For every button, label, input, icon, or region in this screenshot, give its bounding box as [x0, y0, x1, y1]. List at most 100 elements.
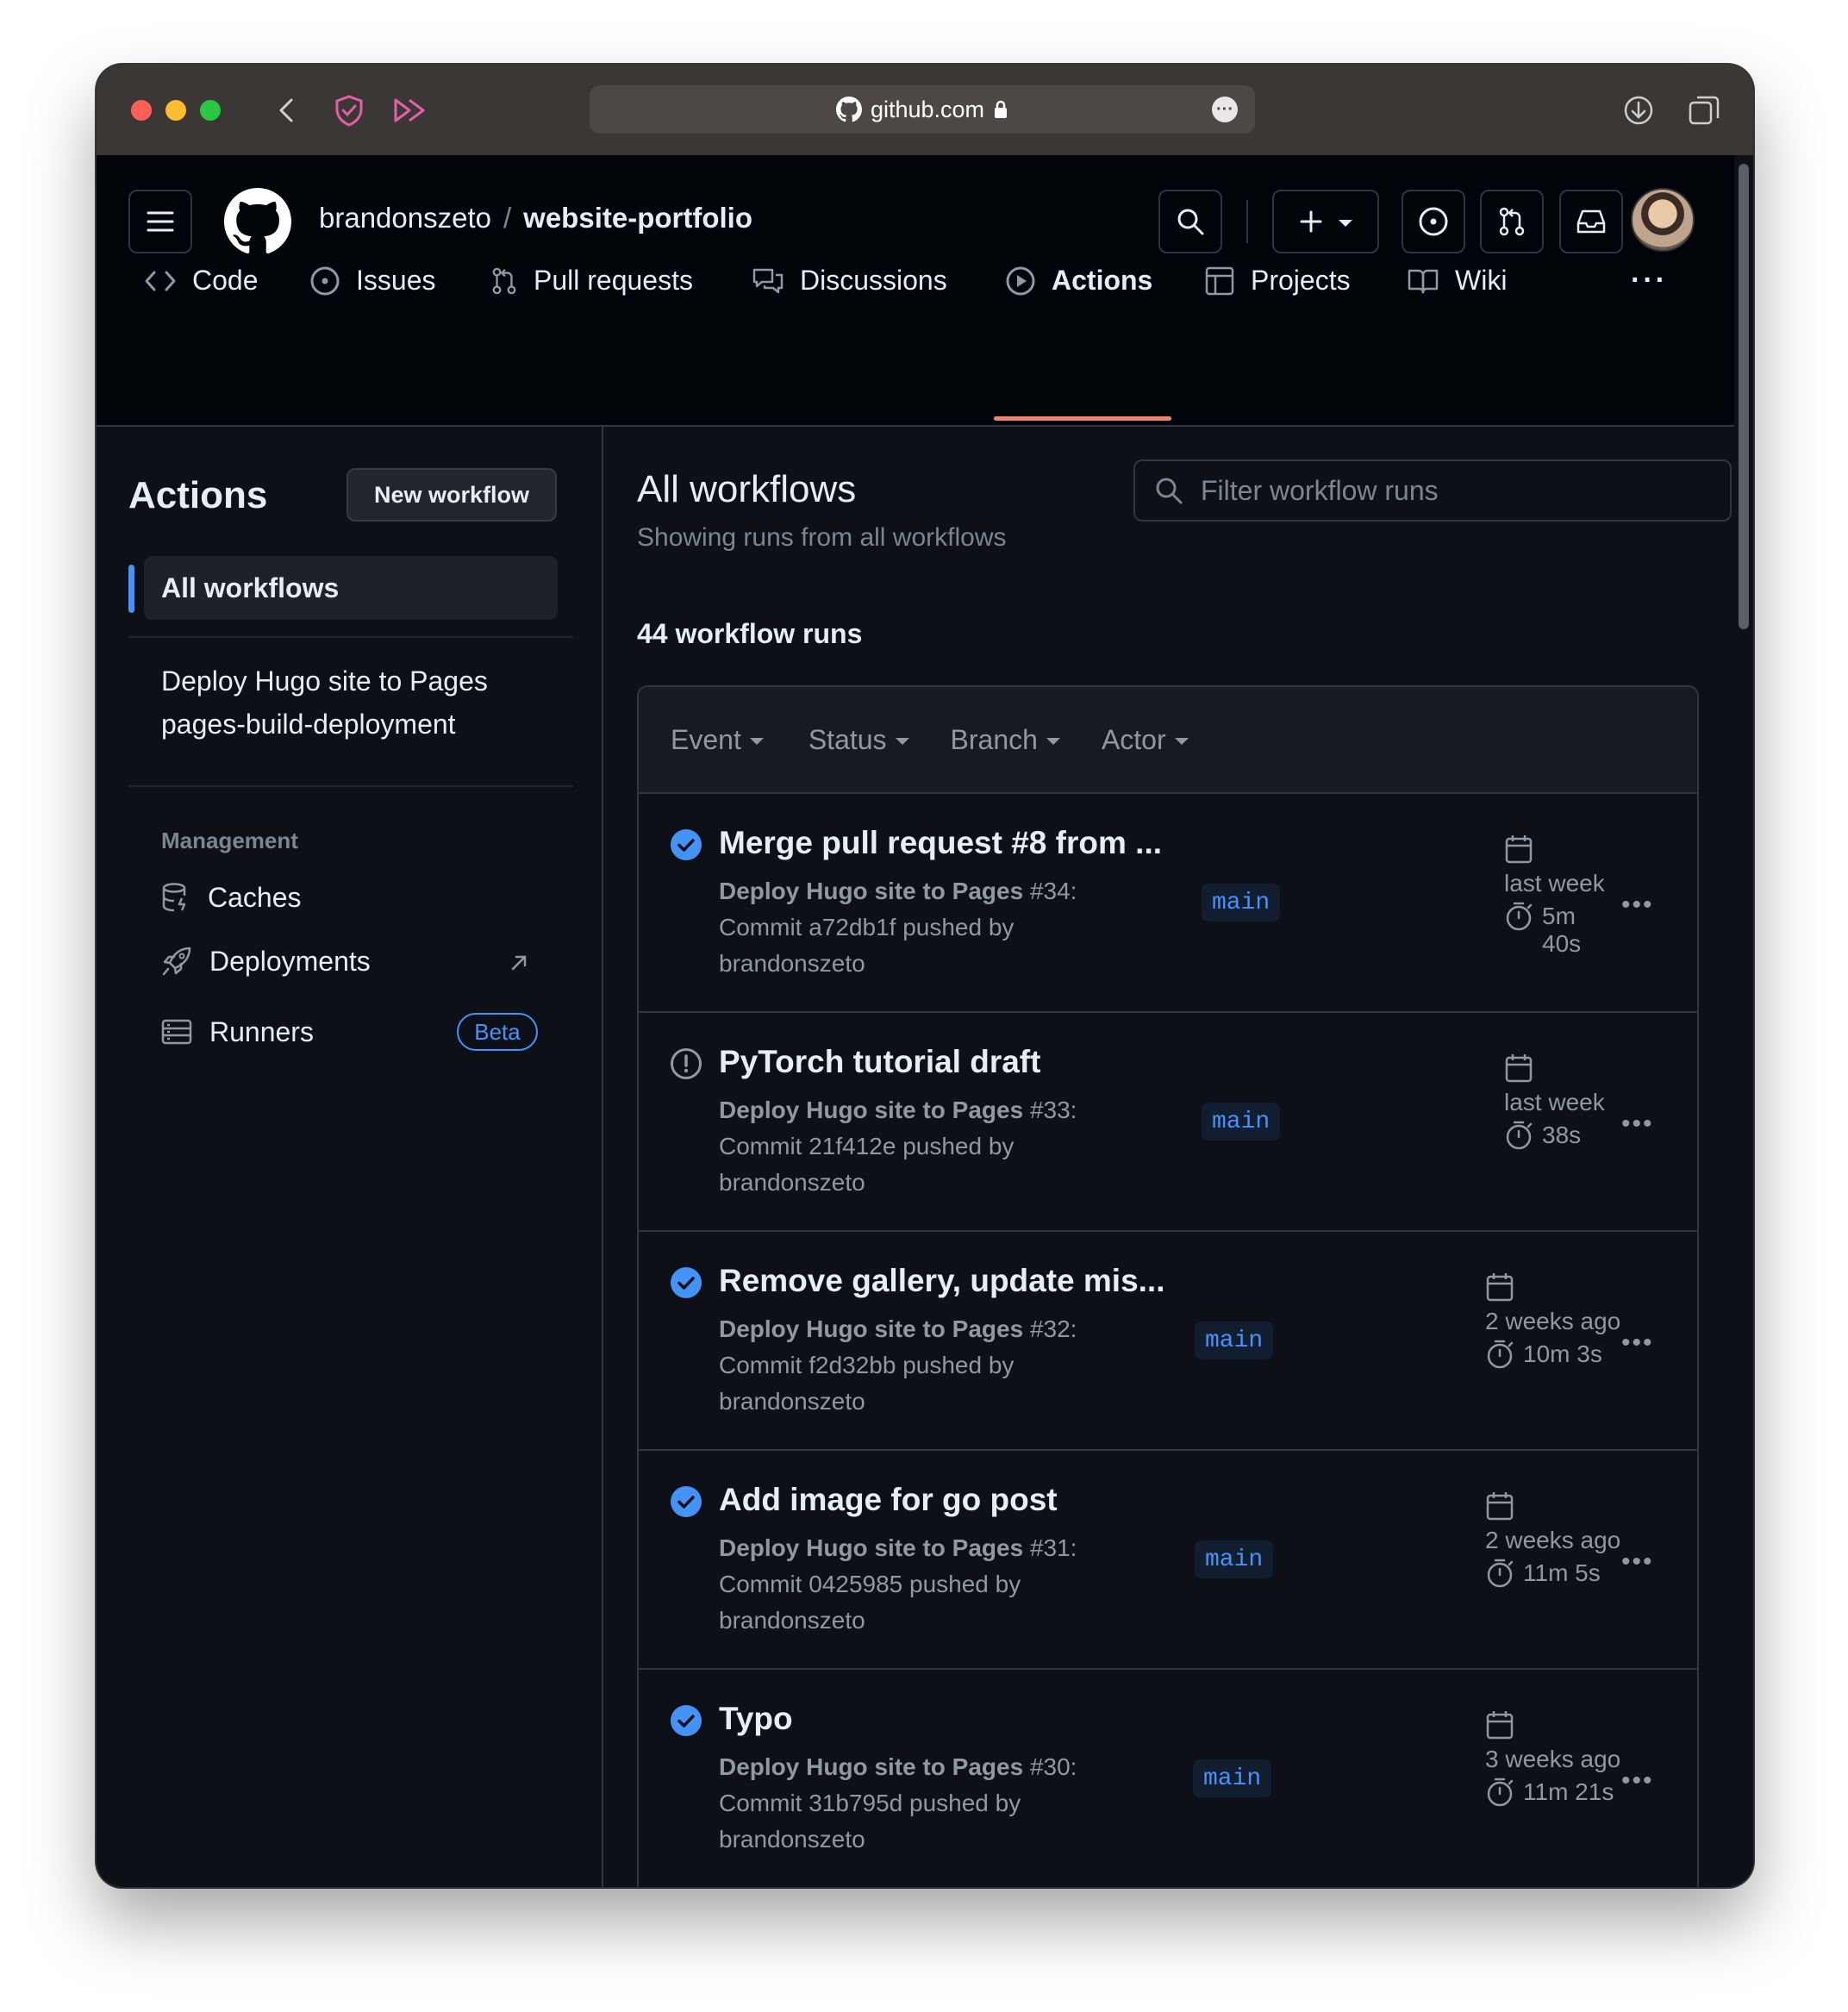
sidebar-item-workflow[interactable]: Deploy Hugo site to Pages: [161, 665, 488, 697]
workflow-run-row[interactable]: Merge pull request #8 from ... Deploy Hug…: [639, 794, 1697, 1013]
tab-issues[interactable]: Issues: [309, 240, 435, 322]
pull-request-icon: [1499, 207, 1525, 236]
run-description: Deploy Hugo site to Pages #30: Commit 31b…: [719, 1749, 1124, 1858]
caches-label: Caches: [208, 881, 302, 913]
run-meta: last week 5m 40s: [1504, 834, 1605, 958]
run-more-icon[interactable]: •••: [1621, 1766, 1654, 1796]
sidebar-item-all-workflows[interactable]: All workflows: [144, 556, 558, 620]
minimize-window-button[interactable]: [165, 100, 186, 121]
run-more-icon[interactable]: •••: [1621, 1328, 1654, 1358]
tab-discussions[interactable]: Discussions: [752, 240, 947, 322]
run-title-link[interactable]: Typo: [719, 1701, 793, 1737]
tab-code[interactable]: Code: [144, 240, 259, 322]
run-number: #34:: [1029, 878, 1077, 904]
run-date-text: 2 weeks ago: [1485, 1308, 1621, 1334]
sidebar-item-caches[interactable]: Caches: [161, 873, 302, 922]
run-title-link[interactable]: Remove gallery, update mis...: [719, 1263, 1165, 1299]
maximize-window-button[interactable]: [200, 100, 221, 121]
check-circle-icon: [671, 1705, 702, 1736]
branch-label[interactable]: main: [1193, 1759, 1272, 1797]
run-meta: 2 weeks ago 10m 3s: [1485, 1272, 1620, 1370]
branch-label[interactable]: main: [1195, 1540, 1274, 1578]
beta-badge: Beta: [457, 1013, 538, 1051]
address-bar[interactable]: github.com ···: [590, 85, 1255, 134]
workflow-runs-list: Event Status Branch Actor Merge pull req…: [637, 685, 1699, 1887]
run-description: Deploy Hugo site to Pages #31: Commit 042…: [719, 1530, 1124, 1639]
sidebar-divider: [128, 785, 573, 787]
management-heading: Management: [161, 828, 298, 853]
run-commit-line: Commit f2d32bb pushed by: [719, 1352, 1015, 1378]
sidebar-divider: [128, 636, 573, 638]
branch-label[interactable]: main: [1202, 884, 1281, 922]
filter-workflow-runs-input[interactable]: Filter workflow runs: [1133, 459, 1732, 522]
search-icon: [1177, 209, 1204, 235]
scrollbar-thumb[interactable]: [1739, 164, 1749, 629]
event-filter-dropdown[interactable]: Event: [671, 724, 764, 756]
pull-request-icon: [492, 267, 516, 294]
run-count: 44 workflow runs: [637, 618, 863, 649]
back-icon[interactable]: [266, 91, 306, 130]
run-workflow-name: Deploy Hugo site to Pages: [719, 1753, 1024, 1780]
run-date-text: 3 weeks ago: [1485, 1746, 1621, 1772]
repo-owner-link[interactable]: brandonszeto: [319, 202, 491, 234]
browser-window: github.com ··· brandonszeto / website-port…: [97, 65, 1753, 1887]
repo-name-link[interactable]: website-portfolio: [523, 202, 752, 234]
repo-breadcrumb: brandonszeto / website-portfolio: [319, 202, 752, 234]
run-title-link[interactable]: Add image for go post: [719, 1482, 1058, 1518]
tab-projects[interactable]: Projects: [1204, 240, 1351, 322]
run-title-link[interactable]: Merge pull request #8 from ...: [719, 825, 1162, 861]
repo-tabs: Code Issues Pull requests Discussions Ac…: [97, 240, 1753, 322]
workflow-run-row[interactable]: Add image for go post Deploy Hugo site to…: [639, 1451, 1697, 1670]
actor-filter-dropdown[interactable]: Actor: [1102, 724, 1189, 756]
hamburger-icon: [147, 211, 174, 232]
sidebar-item-deployments[interactable]: Deployments: [161, 937, 371, 985]
workflow-run-row[interactable]: Typo Deploy Hugo site to Pages #30: Commit…: [639, 1670, 1697, 1887]
run-duration-text: 5m: [1542, 903, 1576, 929]
tab-wiki[interactable]: Wiki: [1407, 240, 1507, 322]
page-menu-icon[interactable]: ···: [1212, 97, 1238, 122]
calendar-icon: [1486, 1492, 1514, 1521]
sidebar-item-runners[interactable]: Runners: [161, 1008, 314, 1056]
calendar-icon: [1505, 1054, 1533, 1083]
run-description: Deploy Hugo site to Pages #34: Commit a72…: [719, 873, 1124, 982]
run-duration: 5m 40s: [1504, 901, 1605, 958]
status-filter-dropdown[interactable]: Status: [808, 724, 909, 756]
page-subtitle: Showing runs from all workflows: [637, 523, 1007, 552]
run-commit-line: Commit 31b795d pushed by: [719, 1790, 1021, 1816]
run-number: #31:: [1029, 1534, 1077, 1561]
downloads-icon[interactable]: [1619, 91, 1658, 130]
close-window-button[interactable]: [131, 100, 152, 121]
branch-filter-dropdown[interactable]: Branch: [951, 724, 1060, 756]
run-description: Deploy Hugo site to Pages #32: Commit f2d…: [719, 1311, 1124, 1420]
check-circle-icon: [671, 1486, 702, 1517]
runners-label: Runners: [209, 1015, 314, 1047]
breadcrumb-separator: /: [503, 202, 512, 234]
more-tabs-icon[interactable]: ···: [1631, 240, 1668, 322]
tab-pull-requests[interactable]: Pull requests: [490, 240, 693, 322]
run-title-link[interactable]: PyTorch tutorial draft: [719, 1044, 1040, 1080]
calendar-icon: [1486, 1273, 1514, 1302]
issue-opened-icon: [1419, 207, 1448, 236]
tabs-overview-icon[interactable]: [1684, 91, 1724, 130]
tab-wiki-label: Wiki: [1455, 265, 1508, 296]
workflow-run-row[interactable]: PyTorch tutorial draft Deploy Hugo site t…: [639, 1013, 1697, 1232]
tab-pull-requests-label: Pull requests: [534, 265, 693, 296]
run-more-icon[interactable]: •••: [1621, 890, 1654, 920]
run-date: 3 weeks ago: [1485, 1709, 1620, 1773]
fast-forward-icon[interactable]: [391, 91, 431, 130]
sidebar-item-workflow[interactable]: pages-build-deployment: [161, 709, 456, 740]
database-icon: [162, 883, 186, 912]
shield-icon[interactable]: [329, 91, 369, 130]
tab-actions[interactable]: Actions: [1005, 240, 1152, 322]
run-date-text: last week: [1504, 870, 1605, 897]
run-more-icon[interactable]: •••: [1621, 1109, 1654, 1139]
run-more-icon[interactable]: •••: [1621, 1547, 1654, 1577]
branch-label[interactable]: main: [1195, 1322, 1274, 1359]
new-workflow-button[interactable]: New workflow: [346, 468, 557, 522]
check-circle-icon: [671, 829, 702, 860]
branch-label[interactable]: main: [1202, 1103, 1281, 1140]
run-description: Deploy Hugo site to Pages #33: Commit 21f…: [719, 1092, 1124, 1201]
workflow-run-row[interactable]: Remove gallery, update mis... Deploy Hugo…: [639, 1232, 1697, 1451]
url-text: github.com: [870, 96, 985, 122]
run-status-icon: [670, 1047, 702, 1080]
